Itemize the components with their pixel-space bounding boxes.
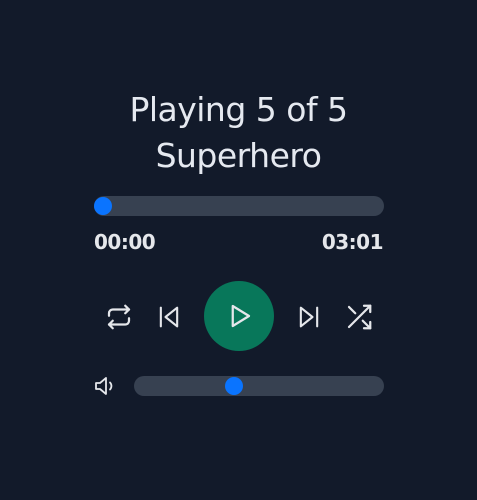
play-icon: [231, 304, 251, 328]
shuffle-icon: [347, 304, 372, 330]
shuffle-button[interactable]: [343, 301, 375, 333]
volume-button[interactable]: [93, 375, 119, 397]
next-button[interactable]: [293, 301, 325, 333]
skip-next-icon: [299, 306, 319, 328]
skip-previous-icon: [159, 306, 179, 328]
volume-slider[interactable]: [134, 376, 384, 396]
play-button[interactable]: [204, 281, 274, 351]
track-title: Superhero: [155, 136, 322, 175]
volume-thumb[interactable]: [225, 377, 243, 395]
total-time: 03:01: [321, 230, 384, 254]
progress-bar[interactable]: [94, 196, 384, 216]
repeat-button[interactable]: [103, 301, 135, 333]
music-player: Playing 5 of 5 Superhero 00:00 03:01: [0, 0, 477, 500]
playlist-position: Playing 5 of 5: [129, 90, 348, 129]
repeat-icon: [107, 304, 131, 330]
progress-thumb[interactable]: [94, 197, 112, 215]
previous-button[interactable]: [153, 301, 185, 333]
volume-icon: [95, 377, 113, 395]
current-time: 00:00: [94, 230, 156, 254]
